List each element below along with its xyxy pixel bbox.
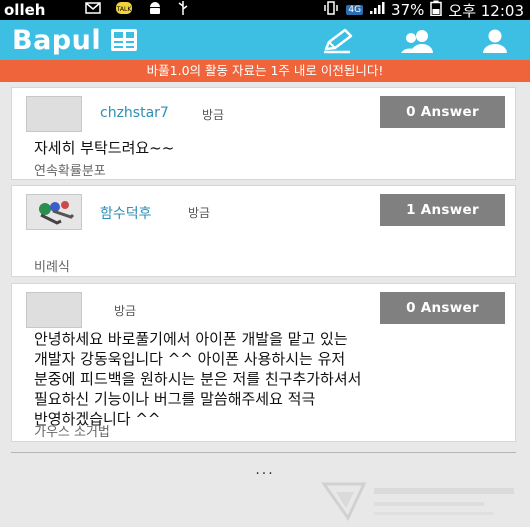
- app-bar: Bapul: [0, 20, 530, 60]
- profile-icon[interactable]: [481, 28, 509, 58]
- answer-count-button[interactable]: 0 Answer: [380, 292, 505, 324]
- question-line: 개발자 강동욱입니다 ^^ 아이폰 사용하시는 유저: [34, 350, 346, 368]
- grid-icon[interactable]: [111, 29, 138, 51]
- post-time: 방금: [202, 108, 225, 122]
- friends-icon[interactable]: [400, 28, 436, 58]
- battery-percent: 37%: [391, 1, 425, 19]
- notice-banner[interactable]: 바풀1.0의 활동 자료는 1주 내로 이전됩니다!: [0, 60, 530, 82]
- vibrate-icon: [322, 1, 340, 19]
- question-line: 필요하신 기능이나 버그를 말씀해주세요 적극: [34, 390, 316, 408]
- keys-image: [39, 201, 75, 225]
- usb-icon: [177, 0, 189, 20]
- clock: 오후 12:03: [448, 1, 524, 20]
- category-label: 비례식: [34, 260, 70, 275]
- username[interactable]: 함수덕후: [100, 203, 152, 223]
- question-card[interactable]: chzhstar7 방금 0 Answer 자세히 부탁드려요~~ 연속확률분포: [11, 87, 516, 180]
- battery-icon: [430, 0, 443, 20]
- signal-icon: [369, 1, 385, 19]
- avatar[interactable]: [26, 194, 82, 230]
- category-label: 가우스 소거법: [34, 425, 110, 440]
- app-logo[interactable]: Bapul: [12, 25, 101, 56]
- list-divider: [11, 452, 516, 453]
- question-line: 안녕하세요 바로풀기에서 아이폰 개발을 맡고 있는: [34, 330, 348, 348]
- missed-call-icon: [85, 1, 102, 19]
- avatar[interactable]: [26, 292, 82, 328]
- pencil-icon[interactable]: [320, 28, 354, 58]
- avatar[interactable]: [26, 96, 82, 132]
- post-time: 방금: [114, 304, 137, 318]
- answer-count-button[interactable]: 0 Answer: [380, 96, 505, 128]
- network-type-label: 4G: [346, 5, 364, 15]
- question-text: 안녕하세요 바로풀기에서 아이폰 개발을 맡고 있는 개발자 강동욱입니다 ^^…: [34, 329, 361, 429]
- carrier-label: olleh: [4, 1, 46, 19]
- watermark-logo: [321, 482, 514, 521]
- username[interactable]: chzhstar7: [100, 105, 169, 121]
- load-more-indicator[interactable]: ...: [0, 462, 530, 478]
- question-card[interactable]: 함수덕후 방금 1 Answer 비례식: [11, 185, 516, 277]
- kakaotalk-icon: TALK: [115, 1, 133, 19]
- answer-count-button[interactable]: 1 Answer: [380, 194, 505, 226]
- question-line: 분중에 피드백을 원하시는 분은 저를 친구추가하셔서: [34, 370, 362, 388]
- question-text: 자세히 부탁드려요~~: [34, 139, 175, 157]
- category-label: 연속확률분포: [34, 164, 106, 179]
- question-card[interactable]: 방금 0 Answer 안녕하세요 바로풀기에서 아이폰 개발을 맡고 있는 개…: [11, 283, 516, 442]
- post-time: 방금: [188, 206, 211, 220]
- android-debug-icon: [147, 0, 163, 20]
- svg-text:TALK: TALK: [116, 6, 133, 13]
- status-bar: olleh TALK 4G 37% 오후 12:03: [0, 0, 530, 20]
